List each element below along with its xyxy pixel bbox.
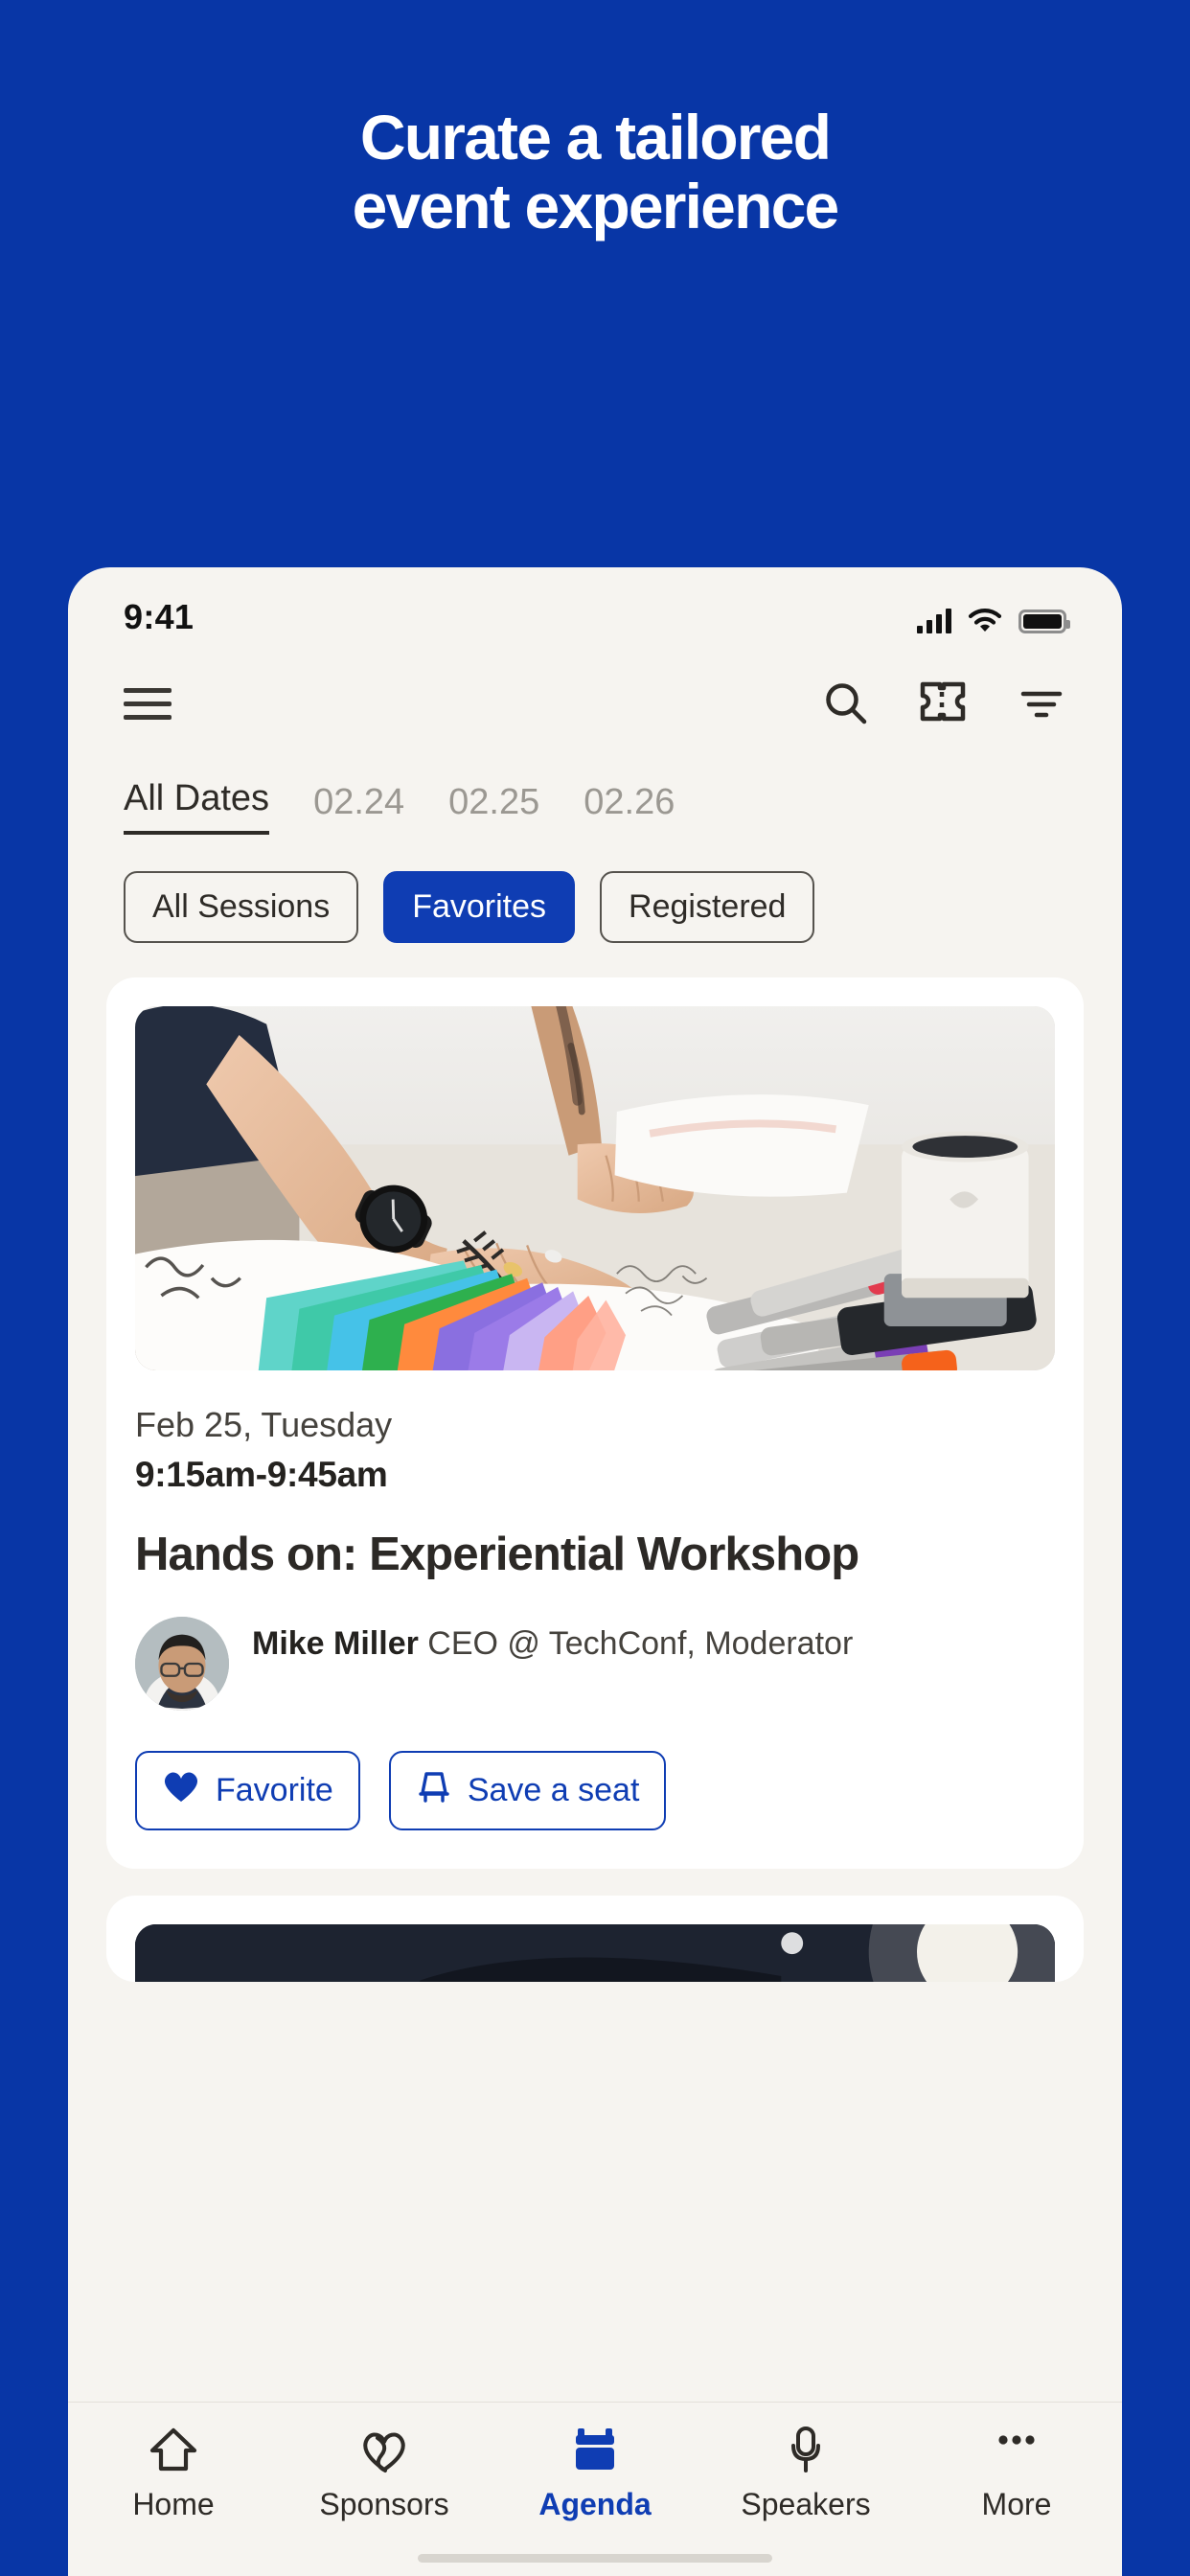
battery-full-icon — [1018, 610, 1070, 633]
session-date: Feb 25, Tuesday — [135, 1405, 393, 1444]
save-a-seat-button[interactable]: Save a seat — [388, 1751, 667, 1831]
seat-icon — [416, 1768, 452, 1813]
search-icon[interactable] — [821, 678, 871, 728]
tab-more[interactable]: More — [911, 2424, 1122, 2522]
session-speaker: Mike Miller CEO @ TechConf, Moderator — [135, 1617, 1055, 1712]
interlocking-hearts-icon — [358, 2424, 410, 2475]
tab-sponsors-label: Sponsors — [319, 2487, 449, 2521]
hero-headline-line-1: Curate a tailored — [359, 102, 832, 172]
date-tab-all-dates[interactable]: All Dates — [124, 778, 270, 835]
speaker-role: CEO @ TechConf, — [427, 1625, 696, 1663]
speaker-name: Mike Miller — [252, 1625, 419, 1663]
session-time: 9:15am-9:45am — [135, 1455, 388, 1494]
speaker-text: Mike Miller CEO @ TechConf, Moderator — [252, 1617, 853, 1667]
date-tab-0225[interactable]: 02.25 — [448, 782, 539, 835]
session-title: Hands on: Experiential Workshop — [135, 1529, 859, 1580]
date-tab-strip: All Dates 02.24 02.25 02.26 — [68, 757, 1122, 835]
tab-home-label: Home — [132, 2487, 215, 2521]
chip-registered[interactable]: Registered — [600, 871, 815, 943]
ticket-icon[interactable] — [919, 678, 969, 728]
bottom-tab-bar: Home Sponsors Agenda Speakers More — [68, 2402, 1122, 2576]
marketing-hero: Curate a tailored event experience — [0, 0, 1190, 575]
session-card[interactable]: Feb 25, Tuesday 9:15am-9:45am Hands on: … — [106, 978, 1084, 1870]
next-session-image — [135, 1924, 1055, 1983]
tab-speakers-label: Speakers — [741, 2487, 871, 2521]
heart-filled-icon — [162, 1769, 200, 1812]
favorite-button[interactable]: Favorite — [135, 1751, 360, 1831]
date-tab-0226[interactable]: 02.26 — [584, 782, 675, 835]
cellular-signal-icon — [917, 609, 951, 633]
tab-agenda-label: Agenda — [538, 2487, 652, 2521]
microphone-icon — [781, 2424, 831, 2475]
tab-speakers[interactable]: Speakers — [700, 2424, 911, 2522]
tab-sponsors[interactable]: Sponsors — [279, 2424, 490, 2522]
home-icon — [149, 2424, 198, 2475]
next-session-card-peek[interactable] — [106, 1896, 1084, 1983]
tab-home[interactable]: Home — [68, 2424, 279, 2522]
chip-all-sessions[interactable]: All Sessions — [124, 871, 359, 943]
hero-headline-line-2: event experience — [352, 170, 840, 242]
date-tab-0224[interactable]: 02.24 — [313, 782, 404, 835]
save-a-seat-button-label: Save a seat — [467, 1772, 640, 1809]
tab-agenda[interactable]: Agenda — [490, 2424, 700, 2522]
session-list: Feb 25, Tuesday 9:15am-9:45am Hands on: … — [68, 943, 1122, 1983]
status-bar-clock: 9:41 — [124, 597, 195, 636]
home-indicator — [418, 2554, 772, 2563]
chip-favorites[interactable]: Favorites — [383, 871, 576, 943]
status-bar: 9:41 — [68, 567, 1122, 650]
filter-icon[interactable] — [1017, 678, 1066, 728]
filter-chip-row: All Sessions Favorites Registered — [68, 835, 1122, 943]
app-top-nav — [68, 650, 1122, 757]
speaker-role-line2: Moderator — [704, 1625, 854, 1663]
session-card-image — [135, 1006, 1055, 1370]
favorite-button-label: Favorite — [216, 1772, 333, 1809]
tab-more-label: More — [981, 2487, 1052, 2521]
wifi-icon — [968, 609, 1002, 632]
hamburger-menu-icon[interactable] — [124, 679, 172, 728]
avatar — [135, 1617, 229, 1712]
calendar-icon — [570, 2424, 620, 2475]
session-actions: Favorite Save a seat — [135, 1751, 1055, 1831]
ellipsis-icon — [992, 2424, 1041, 2475]
phone-mockup: 9:41 All Dates 02.24 02.25 02.26 All Ses… — [68, 567, 1122, 2576]
